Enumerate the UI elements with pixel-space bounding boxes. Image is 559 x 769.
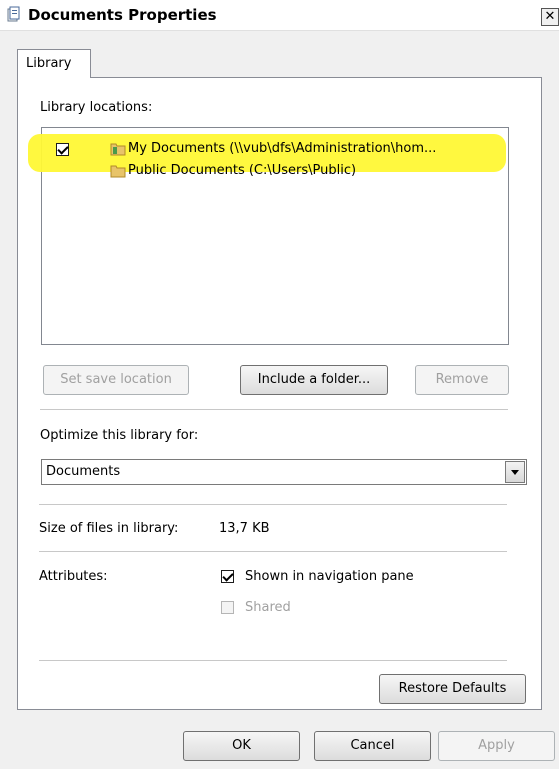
- library-panel: Library locations: My Documents (\\vub\d…: [17, 77, 542, 710]
- divider: [39, 504, 507, 505]
- close-icon: ✕: [544, 9, 556, 24]
- optimize-label: Optimize this library for:: [40, 428, 199, 443]
- chevron-down-icon[interactable]: [505, 461, 525, 483]
- location-label: Public Documents (C:\Users\Public): [128, 163, 357, 178]
- library-icon: [6, 6, 22, 22]
- divider: [40, 409, 508, 410]
- attributes-label: Attributes:: [39, 569, 108, 584]
- save-location-check-icon: [56, 143, 69, 156]
- network-folder-icon: [110, 142, 126, 156]
- cancel-button[interactable]: Cancel: [314, 731, 431, 761]
- remove-button[interactable]: Remove: [415, 365, 509, 395]
- close-button[interactable]: ✕: [541, 8, 559, 26]
- divider: [39, 660, 507, 661]
- shown-in-nav-checkbox[interactable]: [221, 570, 234, 583]
- shared-checkbox[interactable]: [221, 601, 234, 614]
- title-bar: Documents Properties ✕: [0, 0, 559, 31]
- divider: [39, 551, 507, 552]
- library-locations-list[interactable]: My Documents (\\vub\dfs\Administration\h…: [28, 127, 509, 345]
- size-value: 13,7 KB: [219, 521, 270, 536]
- set-save-location-button[interactable]: Set save location: [43, 365, 189, 395]
- shared-label: Shared: [245, 600, 291, 615]
- ok-button[interactable]: OK: [183, 731, 300, 761]
- apply-button[interactable]: Apply: [438, 731, 555, 761]
- restore-defaults-button[interactable]: Restore Defaults: [379, 674, 526, 704]
- tab-library[interactable]: Library: [17, 49, 91, 78]
- window-title: Documents Properties: [28, 6, 217, 24]
- include-folder-button[interactable]: Include a folder...: [240, 365, 388, 395]
- shown-in-nav-label: Shown in navigation pane: [245, 569, 414, 584]
- list-item[interactable]: Public Documents (C:\Users\Public): [42, 162, 502, 182]
- list-item[interactable]: My Documents (\\vub\dfs\Administration\h…: [42, 140, 502, 160]
- tab-label: Library: [26, 56, 72, 71]
- size-label: Size of files in library:: [39, 521, 179, 536]
- library-locations-label: Library locations:: [40, 100, 153, 115]
- optimize-select[interactable]: Documents: [41, 459, 527, 485]
- optimize-value: Documents: [46, 464, 121, 479]
- location-label: My Documents (\\vub\dfs\Administration\h…: [128, 141, 437, 156]
- folder-icon: [110, 164, 126, 178]
